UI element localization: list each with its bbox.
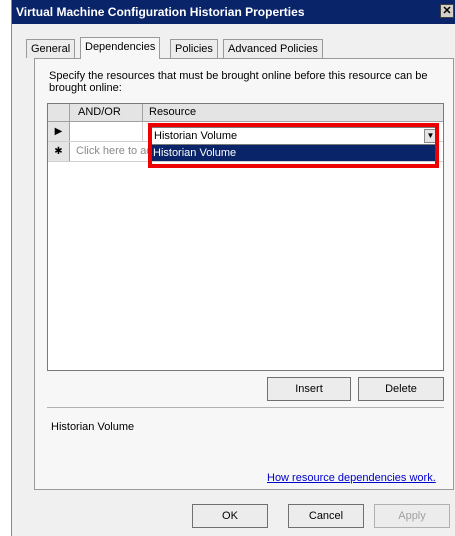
close-icon[interactable]: ✕ (440, 4, 454, 18)
insert-button[interactable]: Insert (267, 377, 351, 401)
dialog-title: Virtual Machine Configuration Historian … (16, 5, 305, 19)
ok-button[interactable]: OK (192, 504, 268, 528)
new-row-asterisk-icon: ✱ (48, 142, 70, 161)
and-or-cell[interactable] (70, 122, 143, 141)
tab-policies[interactable]: Policies (170, 39, 218, 58)
tab-dependencies[interactable]: Dependencies (80, 37, 161, 59)
column-header-and-or[interactable]: AND/OR (70, 104, 143, 121)
apply-button[interactable]: Apply (374, 504, 450, 528)
dialog-title-bar: Virtual Machine Configuration Historian … (12, 0, 455, 24)
delete-button[interactable]: Delete (358, 377, 444, 401)
column-header-resource[interactable]: Resource (143, 104, 443, 121)
grid-corner-header (48, 104, 70, 121)
red-highlight-box (148, 123, 439, 168)
divider (47, 407, 444, 408)
tab-advanced-policies[interactable]: Advanced Policies (223, 39, 323, 58)
tab-general[interactable]: General (26, 39, 76, 58)
dependencies-help-link[interactable]: How resource dependencies work. (267, 472, 436, 484)
cancel-button[interactable]: Cancel (288, 504, 364, 528)
grid-header: AND/OR Resource (48, 104, 443, 122)
properties-dialog: Virtual Machine Configuration Historian … (11, 0, 455, 536)
dependencies-description: Specify the resources that must be broug… (49, 70, 428, 94)
selected-resource-label: Historian Volume (51, 421, 135, 433)
current-row-arrow-icon: ▶ (48, 122, 70, 141)
